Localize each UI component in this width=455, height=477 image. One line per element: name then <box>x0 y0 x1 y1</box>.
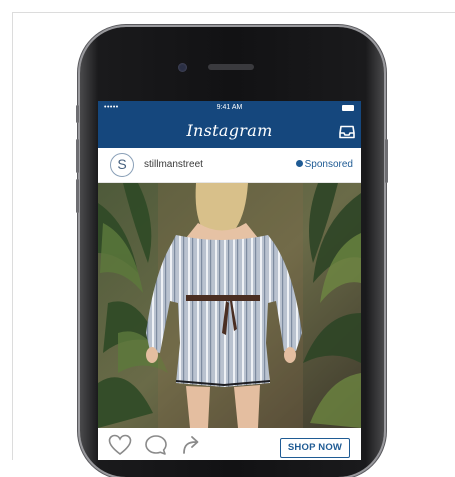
app-header: Instagram <box>98 115 361 148</box>
comment-icon[interactable] <box>144 434 168 456</box>
avatar[interactable]: S <box>110 153 134 177</box>
mute-switch <box>76 105 79 123</box>
volume-down-button <box>76 179 79 213</box>
post-photo[interactable] <box>98 183 361 428</box>
shop-now-button[interactable]: SHOP NOW <box>280 438 350 458</box>
volume-up-button <box>76 139 79 173</box>
sponsored-icon <box>295 160 303 167</box>
fashion-photo <box>98 183 361 428</box>
battery-icon <box>342 105 354 111</box>
phone-screen: ••••• 9:41 AM Instagram S stillmanstreet… <box>98 101 361 460</box>
sponsored-label: Sponsored <box>295 159 353 170</box>
share-icon[interactable] <box>180 434 204 456</box>
inbox-icon[interactable] <box>339 125 355 139</box>
heart-icon[interactable] <box>108 434 132 456</box>
front-camera <box>178 63 187 72</box>
earpiece-speaker <box>208 64 254 70</box>
status-bar: ••••• 9:41 AM <box>98 101 361 115</box>
app-logo: Instagram <box>186 121 273 140</box>
post-header: S stillmanstreet Sponsored <box>98 148 361 183</box>
post-actions: SHOP NOW <box>98 428 361 460</box>
sponsored-text: Sponsored <box>304 159 353 170</box>
power-button <box>385 139 388 183</box>
post-username[interactable]: stillmanstreet <box>144 159 203 170</box>
status-time: 9:41 AM <box>216 104 243 111</box>
